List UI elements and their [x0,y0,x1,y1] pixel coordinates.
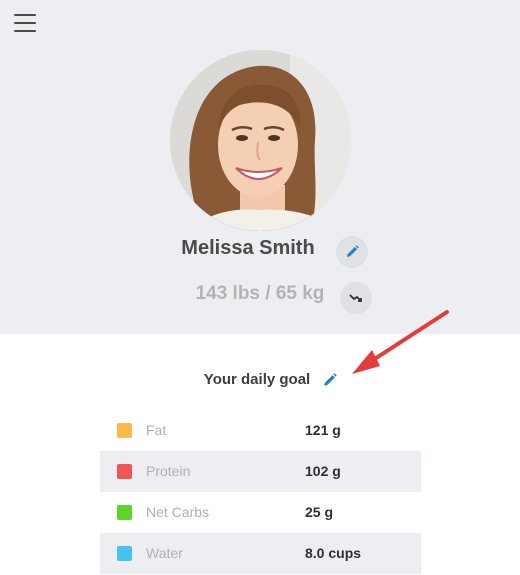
water-swatch [117,546,132,561]
avatar [170,50,351,231]
daily-goal-table: Fat 121 g Protein 102 g Net Carbs 25 g W… [100,410,421,574]
trend-down-icon [349,294,362,302]
goal-row-fat: Fat 121 g [100,410,421,451]
goal-row-water: Water 8.0 cups [100,533,421,574]
weight-value: 143 lbs / 65 kg [195,283,325,304]
goal-value: 102 g [305,463,341,479]
goal-value: 121 g [305,422,341,438]
protein-swatch [117,464,132,479]
goal-label: Water [146,545,183,561]
profile-name: Melissa Smith [181,237,315,259]
goal-value: 25 g [305,504,334,520]
edit-name-button[interactable] [336,236,368,268]
goal-value: 8.0 cups [305,545,362,561]
goal-row-net-carbs: Net Carbs 25 g [100,492,421,533]
pencil-icon[interactable] [321,372,338,389]
goal-row-protein: Protein 102 g [100,451,421,492]
goal-label: Fat [146,422,167,438]
pencil-icon [347,245,359,257]
menu-icon[interactable] [14,12,38,34]
daily-goal-title: Your daily goal [203,371,311,388]
net-carbs-swatch [117,505,132,520]
profile-header: Melissa Smith 143 lbs / 65 kg [0,0,520,334]
goal-label: Protein [146,463,191,479]
goal-label: Net Carbs [146,504,210,520]
fat-swatch [117,423,132,438]
weight-trend-button[interactable] [340,282,372,314]
